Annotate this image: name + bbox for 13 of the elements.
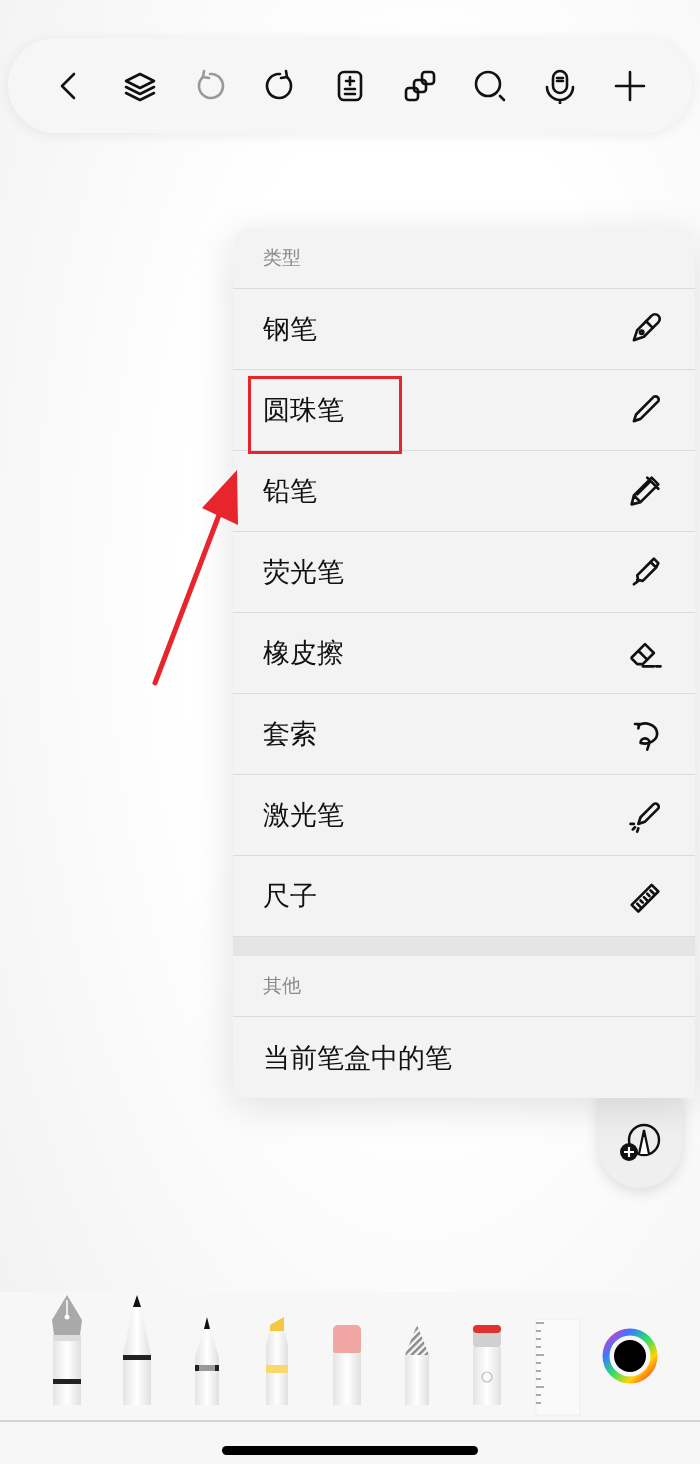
color-picker[interactable]	[602, 1328, 658, 1384]
menu-item[interactable]: 激光笔	[233, 775, 695, 856]
menu-item[interactable]: 橡皮擦	[233, 613, 695, 694]
menu-item[interactable]: 钢笔	[233, 289, 695, 370]
menu-item[interactable]: 荧光笔	[233, 532, 695, 613]
add-pen-button[interactable]	[598, 1095, 682, 1188]
menu-item[interactable]: 铅笔	[233, 451, 695, 532]
section-header: 类型	[263, 245, 301, 270]
menu-item[interactable]: 套索	[233, 694, 695, 775]
menu-item[interactable]: 当前笔盒中的笔	[233, 1017, 695, 1098]
menu-item[interactable]: 圆珠笔	[233, 370, 695, 451]
section-header: 其他	[263, 973, 301, 998]
menu-item[interactable]: 尺子	[233, 856, 695, 937]
